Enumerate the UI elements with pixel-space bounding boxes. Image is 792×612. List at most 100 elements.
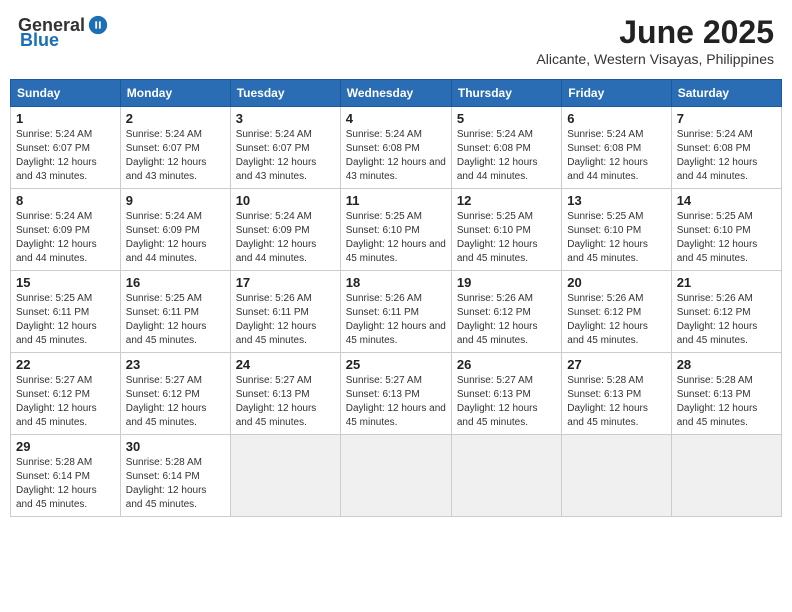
calendar-cell: 10 Sunrise: 5:24 AM Sunset: 6:09 PM Dayl… <box>230 189 340 271</box>
calendar-cell <box>451 435 561 517</box>
day-info: Sunrise: 5:28 AM Sunset: 6:14 PM Dayligh… <box>126 456 225 512</box>
day-info: Sunrise: 5:24 AM Sunset: 6:09 PM Dayligh… <box>16 210 115 266</box>
day-info: Sunrise: 5:28 AM Sunset: 6:13 PM Dayligh… <box>567 374 665 430</box>
calendar-cell: 8 Sunrise: 5:24 AM Sunset: 6:09 PM Dayli… <box>11 189 121 271</box>
calendar-cell: 6 Sunrise: 5:24 AM Sunset: 6:08 PM Dayli… <box>562 107 671 189</box>
logo-blue-text: Blue <box>20 30 59 51</box>
title-area: June 2025 Alicante, Western Visayas, Phi… <box>536 14 774 67</box>
calendar-cell: 3 Sunrise: 5:24 AM Sunset: 6:07 PM Dayli… <box>230 107 340 189</box>
calendar-cell: 20 Sunrise: 5:26 AM Sunset: 6:12 PM Dayl… <box>562 271 671 353</box>
weekday-header-friday: Friday <box>562 80 671 107</box>
weekday-header-sunday: Sunday <box>11 80 121 107</box>
day-info: Sunrise: 5:27 AM Sunset: 6:12 PM Dayligh… <box>16 374 115 430</box>
calendar-cell: 28 Sunrise: 5:28 AM Sunset: 6:13 PM Dayl… <box>671 353 781 435</box>
day-number: 26 <box>457 357 556 372</box>
day-number: 20 <box>567 275 665 290</box>
calendar-cell: 14 Sunrise: 5:25 AM Sunset: 6:10 PM Dayl… <box>671 189 781 271</box>
day-info: Sunrise: 5:25 AM Sunset: 6:11 PM Dayligh… <box>16 292 115 348</box>
day-number: 10 <box>236 193 335 208</box>
day-info: Sunrise: 5:26 AM Sunset: 6:11 PM Dayligh… <box>236 292 335 348</box>
day-info: Sunrise: 5:25 AM Sunset: 6:10 PM Dayligh… <box>567 210 665 266</box>
day-info: Sunrise: 5:24 AM Sunset: 6:08 PM Dayligh… <box>457 128 556 184</box>
weekday-header-tuesday: Tuesday <box>230 80 340 107</box>
day-number: 29 <box>16 439 115 454</box>
day-number: 13 <box>567 193 665 208</box>
calendar-table: SundayMondayTuesdayWednesdayThursdayFrid… <box>10 79 782 517</box>
calendar-cell: 4 Sunrise: 5:24 AM Sunset: 6:08 PM Dayli… <box>340 107 451 189</box>
calendar-cell: 7 Sunrise: 5:24 AM Sunset: 6:08 PM Dayli… <box>671 107 781 189</box>
day-number: 9 <box>126 193 225 208</box>
day-number: 11 <box>346 193 446 208</box>
calendar-cell: 1 Sunrise: 5:24 AM Sunset: 6:07 PM Dayli… <box>11 107 121 189</box>
day-info: Sunrise: 5:26 AM Sunset: 6:12 PM Dayligh… <box>457 292 556 348</box>
calendar-cell: 9 Sunrise: 5:24 AM Sunset: 6:09 PM Dayli… <box>120 189 230 271</box>
day-info: Sunrise: 5:26 AM Sunset: 6:12 PM Dayligh… <box>567 292 665 348</box>
day-number: 27 <box>567 357 665 372</box>
day-number: 30 <box>126 439 225 454</box>
calendar-cell: 21 Sunrise: 5:26 AM Sunset: 6:12 PM Dayl… <box>671 271 781 353</box>
day-number: 1 <box>16 111 115 126</box>
weekday-header-wednesday: Wednesday <box>340 80 451 107</box>
calendar-cell: 11 Sunrise: 5:25 AM Sunset: 6:10 PM Dayl… <box>340 189 451 271</box>
day-number: 14 <box>677 193 776 208</box>
day-info: Sunrise: 5:24 AM Sunset: 6:08 PM Dayligh… <box>346 128 446 184</box>
calendar-cell <box>340 435 451 517</box>
calendar-cell: 26 Sunrise: 5:27 AM Sunset: 6:13 PM Dayl… <box>451 353 561 435</box>
day-number: 3 <box>236 111 335 126</box>
day-info: Sunrise: 5:25 AM Sunset: 6:10 PM Dayligh… <box>457 210 556 266</box>
day-number: 17 <box>236 275 335 290</box>
calendar-cell: 29 Sunrise: 5:28 AM Sunset: 6:14 PM Dayl… <box>11 435 121 517</box>
page-header: General Blue June 2025 Alicante, Western… <box>10 10 782 71</box>
calendar-cell: 12 Sunrise: 5:25 AM Sunset: 6:10 PM Dayl… <box>451 189 561 271</box>
logo: General Blue <box>18 14 109 51</box>
day-number: 8 <box>16 193 115 208</box>
calendar-cell: 25 Sunrise: 5:27 AM Sunset: 6:13 PM Dayl… <box>340 353 451 435</box>
calendar-cell: 5 Sunrise: 5:24 AM Sunset: 6:08 PM Dayli… <box>451 107 561 189</box>
day-info: Sunrise: 5:27 AM Sunset: 6:13 PM Dayligh… <box>346 374 446 430</box>
day-info: Sunrise: 5:27 AM Sunset: 6:12 PM Dayligh… <box>126 374 225 430</box>
day-info: Sunrise: 5:28 AM Sunset: 6:13 PM Dayligh… <box>677 374 776 430</box>
calendar-cell: 17 Sunrise: 5:26 AM Sunset: 6:11 PM Dayl… <box>230 271 340 353</box>
day-info: Sunrise: 5:24 AM Sunset: 6:07 PM Dayligh… <box>126 128 225 184</box>
day-number: 24 <box>236 357 335 372</box>
location-subtitle: Alicante, Western Visayas, Philippines <box>536 51 774 67</box>
calendar-cell: 2 Sunrise: 5:24 AM Sunset: 6:07 PM Dayli… <box>120 107 230 189</box>
day-number: 5 <box>457 111 556 126</box>
day-info: Sunrise: 5:24 AM Sunset: 6:09 PM Dayligh… <box>126 210 225 266</box>
day-number: 15 <box>16 275 115 290</box>
day-info: Sunrise: 5:27 AM Sunset: 6:13 PM Dayligh… <box>236 374 335 430</box>
logo-icon <box>87 14 109 36</box>
day-number: 22 <box>16 357 115 372</box>
day-info: Sunrise: 5:25 AM Sunset: 6:10 PM Dayligh… <box>346 210 446 266</box>
day-info: Sunrise: 5:25 AM Sunset: 6:11 PM Dayligh… <box>126 292 225 348</box>
day-info: Sunrise: 5:24 AM Sunset: 6:09 PM Dayligh… <box>236 210 335 266</box>
calendar-cell <box>230 435 340 517</box>
calendar-cell: 18 Sunrise: 5:26 AM Sunset: 6:11 PM Dayl… <box>340 271 451 353</box>
day-number: 4 <box>346 111 446 126</box>
calendar-cell <box>671 435 781 517</box>
day-info: Sunrise: 5:25 AM Sunset: 6:10 PM Dayligh… <box>677 210 776 266</box>
calendar-cell: 30 Sunrise: 5:28 AM Sunset: 6:14 PM Dayl… <box>120 435 230 517</box>
day-number: 21 <box>677 275 776 290</box>
day-info: Sunrise: 5:26 AM Sunset: 6:12 PM Dayligh… <box>677 292 776 348</box>
calendar-cell <box>562 435 671 517</box>
day-number: 6 <box>567 111 665 126</box>
day-number: 2 <box>126 111 225 126</box>
day-number: 16 <box>126 275 225 290</box>
weekday-header-saturday: Saturday <box>671 80 781 107</box>
calendar-row: 8 Sunrise: 5:24 AM Sunset: 6:09 PM Dayli… <box>11 189 782 271</box>
day-number: 7 <box>677 111 776 126</box>
day-info: Sunrise: 5:24 AM Sunset: 6:07 PM Dayligh… <box>236 128 335 184</box>
day-number: 12 <box>457 193 556 208</box>
calendar-cell: 22 Sunrise: 5:27 AM Sunset: 6:12 PM Dayl… <box>11 353 121 435</box>
calendar-cell: 19 Sunrise: 5:26 AM Sunset: 6:12 PM Dayl… <box>451 271 561 353</box>
calendar-cell: 16 Sunrise: 5:25 AM Sunset: 6:11 PM Dayl… <box>120 271 230 353</box>
day-info: Sunrise: 5:26 AM Sunset: 6:11 PM Dayligh… <box>346 292 446 348</box>
weekday-header-thursday: Thursday <box>451 80 561 107</box>
day-info: Sunrise: 5:24 AM Sunset: 6:08 PM Dayligh… <box>567 128 665 184</box>
calendar-cell: 27 Sunrise: 5:28 AM Sunset: 6:13 PM Dayl… <box>562 353 671 435</box>
weekday-header-row: SundayMondayTuesdayWednesdayThursdayFrid… <box>11 80 782 107</box>
calendar-row: 15 Sunrise: 5:25 AM Sunset: 6:11 PM Dayl… <box>11 271 782 353</box>
day-info: Sunrise: 5:24 AM Sunset: 6:07 PM Dayligh… <box>16 128 115 184</box>
calendar-row: 29 Sunrise: 5:28 AM Sunset: 6:14 PM Dayl… <box>11 435 782 517</box>
